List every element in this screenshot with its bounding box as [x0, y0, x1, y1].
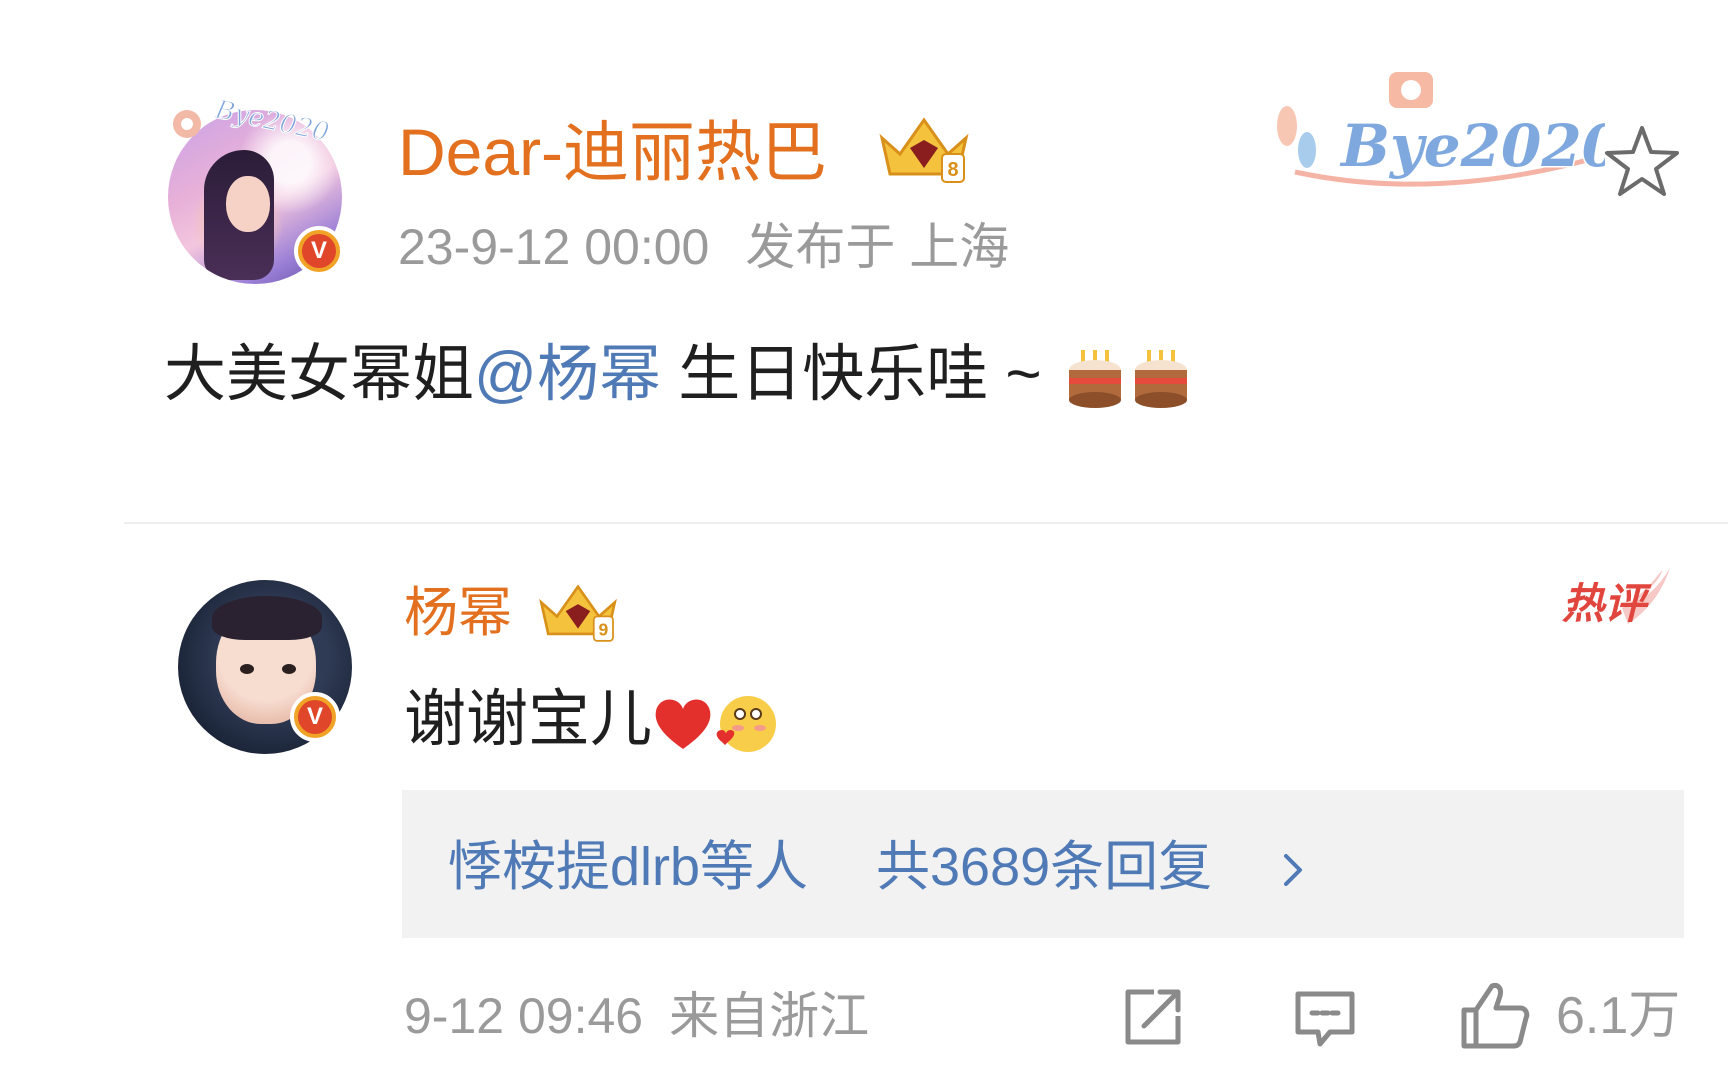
reply-participants: 悸桉提dlrb等人	[448, 837, 809, 897]
comment-timestamp: 9-12 09:46	[404, 988, 644, 1044]
comment-author-name[interactable]: 杨幂	[404, 580, 512, 646]
avatar-sticker-frame: Bye2020	[173, 94, 332, 149]
like-icon[interactable]	[1458, 980, 1532, 1052]
avatar-hair	[212, 596, 322, 640]
comment-body: 谢谢宝儿	[404, 680, 778, 760]
post-meta: 23-9-12 00:00 发布于 上海	[398, 216, 1009, 278]
like-count: 6.1万	[1556, 987, 1681, 1045]
avatar-eye	[282, 664, 296, 674]
star-icon[interactable]	[1602, 122, 1682, 202]
chevron-right-icon	[1284, 854, 1302, 886]
vip-crown-icon: 9	[539, 584, 617, 642]
verified-badge-icon: V	[294, 226, 344, 276]
post-location: 发布于 上海	[745, 219, 1010, 275]
svg-text:9: 9	[599, 620, 609, 640]
hot-comment-badge: 热评	[1562, 568, 1670, 627]
post-text-before: 大美女幂姐	[164, 340, 475, 409]
vip-crown-icon: 8	[879, 117, 969, 183]
comment-meta: 9-12 09:46 来自浙江	[404, 984, 869, 1048]
blushing-heart-emoji	[716, 695, 777, 752]
footprint-icon	[1277, 106, 1297, 146]
verified-badge-icon: V	[290, 692, 340, 742]
post-author-name[interactable]: Dear-迪丽热巴	[398, 112, 827, 192]
comment-icon[interactable]	[1292, 986, 1358, 1052]
view-replies-button[interactable]: 悸桉提dlrb等人 共3689条回复	[402, 790, 1684, 938]
divider	[124, 522, 1728, 524]
bye2020-sticker: Bye2020	[1277, 72, 1605, 187]
comment-source: 来自浙江	[669, 988, 870, 1044]
avatar-eye	[240, 664, 254, 674]
post-text-after: 生日快乐哇 ~	[660, 340, 1042, 409]
sticker-text: Bye2020	[1339, 112, 1605, 180]
avatar-sticker-text: Bye2020	[212, 95, 332, 149]
mention-link[interactable]: @杨幂	[474, 340, 661, 409]
red-heart-icon	[655, 699, 711, 749]
reply-count-link[interactable]: 共3689条回复	[876, 834, 1212, 900]
share-icon[interactable]	[1120, 986, 1186, 1048]
post-body: 大美女幂姐@杨幂 生日快乐哇 ~	[164, 336, 1191, 414]
svg-text:8: 8	[947, 159, 958, 181]
avatar-face	[226, 176, 270, 232]
comment-text: 谢谢宝儿	[404, 685, 653, 754]
post-timestamp: 23-9-12 00:00	[398, 219, 710, 275]
hot-comment-label: 热评	[1562, 580, 1652, 627]
cake-icon	[1068, 349, 1121, 408]
cake-icon	[1134, 349, 1187, 408]
